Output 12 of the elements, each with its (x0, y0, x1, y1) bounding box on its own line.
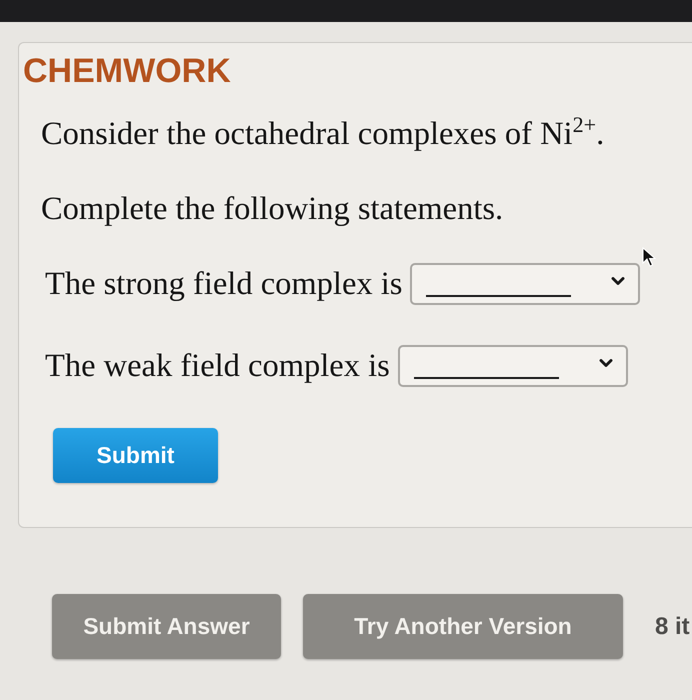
dropdown-field[interactable] (398, 345, 628, 387)
question-prompt: Consider the octahedral complexes of Ni$^{2+}$. (41, 116, 604, 152)
card-title: CHEMWORK (23, 51, 231, 91)
submit-answer-button[interactable]: Submit Answer (52, 594, 281, 659)
mouse-pointer-icon (642, 247, 656, 267)
statement-label: The strong field complex is (45, 266, 402, 302)
instruction-text: Complete the following statements. (41, 191, 504, 227)
trailing-text: 8 it (655, 612, 690, 640)
submit-button[interactable]: Submit (53, 428, 218, 483)
dropdown-field[interactable] (410, 263, 640, 305)
statement-label: The weak field complex is (45, 348, 390, 384)
try-another-version-button[interactable]: Try Another Version (303, 594, 623, 659)
